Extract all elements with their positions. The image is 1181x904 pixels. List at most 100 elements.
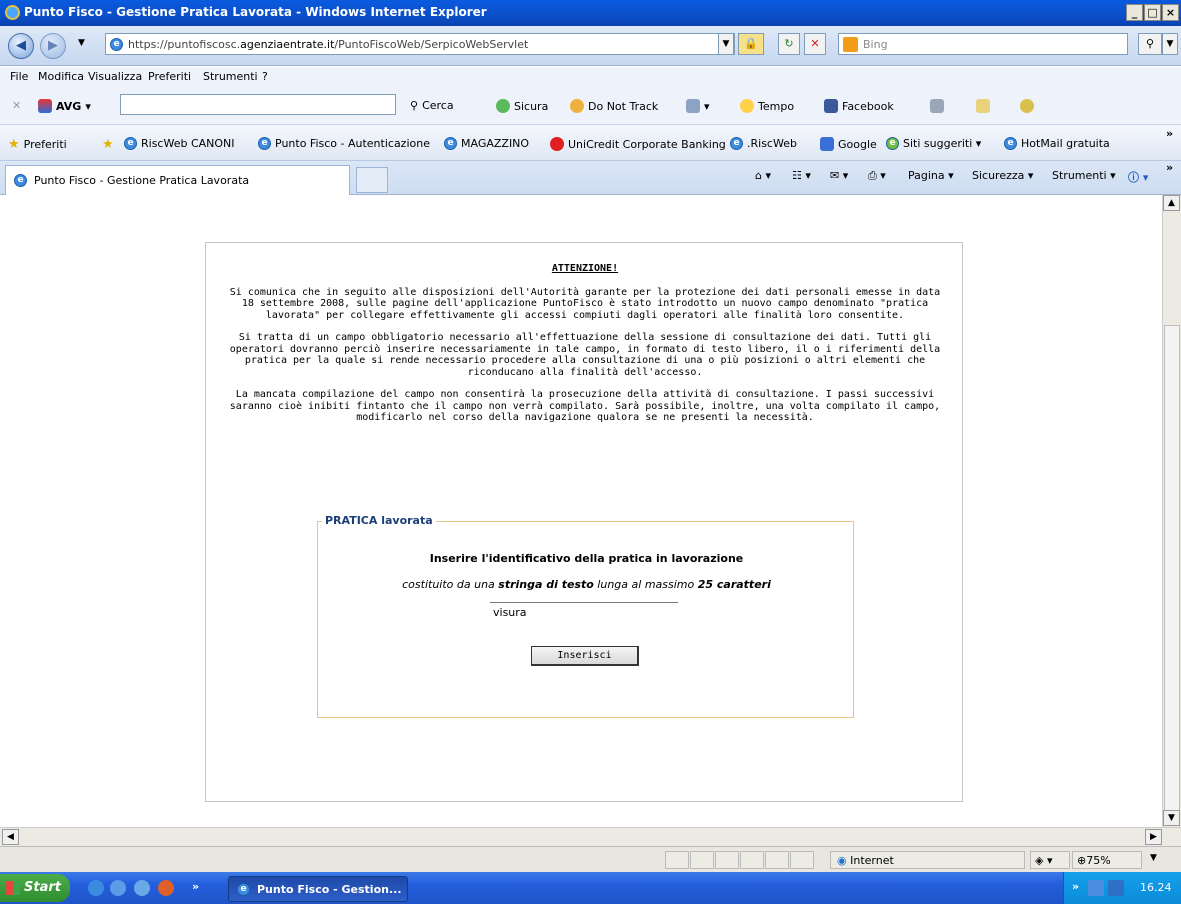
trash-dropdown[interactable]: ▾ [686,99,710,113]
security-menu[interactable]: Sicurezza ▾ [972,169,1033,182]
fav-item-magazzino[interactable]: e MAGAZZINO [444,137,529,150]
stop-icon[interactable]: ✕ [804,33,826,55]
avg-toolbar: ✕ AVG ▾ ⚲ Cerca Sicura Do Not Track ▾ Tem… [0,85,1181,125]
notice-panel: ATTENZIONE! Si comunica che in seguito a… [205,242,963,802]
scroll-down-icon[interactable]: ▼ [1163,810,1180,826]
page-menu[interactable]: Pagina ▾ [908,169,954,182]
ie-suggested-icon: e [886,137,899,150]
star-icon: ★ [8,137,20,152]
notice-paragraph-1: Si comunica che in seguito alle disposiz… [229,286,941,321]
quicklaunch-overflow-icon[interactable]: » [192,880,199,893]
fav-item-google[interactable]: Google [820,137,877,151]
fav-item-riscweb-canoni[interactable]: e RiscWeb CANONI [124,137,235,150]
fav-label: UniCredit Corporate Banking [568,137,726,151]
fav-label: Punto Fisco - Autenticazione [275,137,430,150]
mail-icon[interactable]: ✉ ▾ [830,169,848,182]
weather-button[interactable]: Tempo [740,99,794,113]
search-options-icon[interactable]: ▼ [1162,33,1178,55]
search-input[interactable]: Bing [838,33,1128,55]
home-icon[interactable]: ⌂ ▾ [755,169,771,182]
search-tool-icon[interactable] [1020,99,1034,113]
hint-part-a: costituito da una [402,578,499,591]
lock-icon[interactable]: 🔒 [738,33,764,55]
vnc-icon[interactable] [1108,880,1124,896]
favorites-bar: ★ Preferiti ★ e RiscWeb CANONI e Punto Fisc… [0,125,1181,161]
minimize-button[interactable]: _ [1126,4,1143,21]
maximize-button[interactable]: □ [1144,4,1161,21]
fav-item-unicredit[interactable]: UniCredit Corporate Banking [550,137,726,151]
new-tab-button[interactable] [356,167,388,193]
menu-preferiti[interactable]: Preferiti [148,70,191,83]
url-prefix: https://puntofiscosc. [128,38,241,51]
do-not-track-button[interactable]: Do Not Track [570,99,658,113]
favorites-overflow-icon[interactable]: » [1166,127,1173,140]
status-cell [740,851,764,869]
vertical-scroll-thumb[interactable] [1164,325,1180,815]
taskbar-item-punto-fisco[interactable]: e Punto Fisco - Gestion... [228,876,408,902]
help-icon[interactable]: ⓘ ▾ [1128,169,1148,185]
quicklaunch-chrome-icon[interactable] [110,880,126,896]
ie-tab-icon: e [14,174,27,187]
recent-pages-dropdown-icon[interactable]: ▼ [78,38,85,48]
safe-button[interactable]: Sicura [496,99,548,113]
fav-item-punto-fisco[interactable]: e Punto Fisco - Autenticazione [258,137,430,150]
system-tray: » 16.24 [1063,872,1181,904]
vertical-scrollbar[interactable]: ▲ ▼ [1162,195,1181,827]
menu-modifica[interactable]: Modifica [38,70,84,83]
dnt-label: Do Not Track [588,99,659,113]
inserisci-button[interactable]: Inserisci [531,646,639,666]
favorites-button[interactable]: ★ Preferiti [8,137,67,152]
protected-mode-icon[interactable]: ◈ ▾ [1030,851,1070,869]
zoom-icon: ⊕ [1077,854,1087,867]
avg-search-button[interactable]: ⚲ Cerca [410,99,454,112]
zoom-dropdown-icon[interactable]: ▼ [1150,853,1157,863]
fav-item-siti-suggeriti[interactable]: e Siti suggeriti ▾ [886,137,981,150]
add-favorite-icon[interactable]: ★ [102,137,114,152]
address-bar[interactable]: e https://puntofiscosc.agenziaentrate.it… [105,33,735,55]
avg-search-input[interactable] [120,94,396,115]
safe-label: Sicura [514,99,549,113]
scroll-right-icon[interactable]: ▶ [1145,829,1162,845]
tray-expand-icon[interactable]: » [1072,880,1079,893]
notepad-icon[interactable] [976,99,990,113]
menu-file[interactable]: File [10,70,28,83]
search-button-icon[interactable]: ⚲ [1138,33,1162,55]
close-toolbar-icon[interactable]: ✕ [12,99,21,112]
address-dropdown-icon[interactable]: ▼ [718,33,734,55]
refresh-icon[interactable]: ↻ [778,33,800,55]
avg-menu[interactable]: AVG ▾ [38,99,91,113]
tab-title: Punto Fisco - Gestione Pratica Lavorata [34,174,250,187]
calculator-icon[interactable] [930,99,944,113]
fav-item-hotmail[interactable]: e HotMail gratuita [1004,137,1110,150]
command-overflow-icon[interactable]: » [1166,161,1173,174]
menu-help[interactable]: ? [262,70,268,83]
menu-strumenti[interactable]: Strumenti [203,70,258,83]
pratica-input[interactable] [490,602,678,622]
page-ie-icon: e [110,38,123,51]
window-titlebar[interactable]: Punto Fisco - Gestione Pratica Lavorata … [0,0,1181,26]
facebook-button[interactable]: Facebook [824,99,894,113]
zoom-control[interactable]: ⊕75% [1072,851,1142,869]
avg-icon [38,99,52,113]
clock[interactable]: 16.24 [1140,881,1172,894]
start-button[interactable]: Start [0,874,70,902]
scroll-up-icon[interactable]: ▲ [1163,195,1180,211]
facebook-icon [824,99,838,113]
scroll-left-icon[interactable]: ◀ [2,829,19,845]
print-icon[interactable]: ⎙ ▾ [868,169,886,183]
status-cell [690,851,714,869]
network-icon[interactable] [1088,880,1104,896]
close-window-button[interactable]: × [1162,4,1179,21]
quicklaunch-ie-icon[interactable] [88,880,104,896]
back-button[interactable]: ◀ [8,33,34,59]
quicklaunch-firefox-icon[interactable] [158,880,174,896]
horizontal-scrollbar[interactable]: ◀ ▶ [0,827,1181,846]
fav-item-riscweb[interactable]: e .RiscWeb [730,137,797,150]
tools-menu[interactable]: Strumenti ▾ [1052,169,1116,182]
forward-button[interactable]: ▶ [40,33,66,59]
menu-visualizza[interactable]: Visualizza [88,70,142,83]
feeds-icon[interactable]: ☷ ▾ [792,169,811,182]
tab-punto-fisco[interactable]: e Punto Fisco - Gestione Pratica Lavorat… [5,165,350,195]
security-zone[interactable]: ◉ Internet [830,851,1025,869]
quicklaunch-desktop-icon[interactable] [134,880,150,896]
